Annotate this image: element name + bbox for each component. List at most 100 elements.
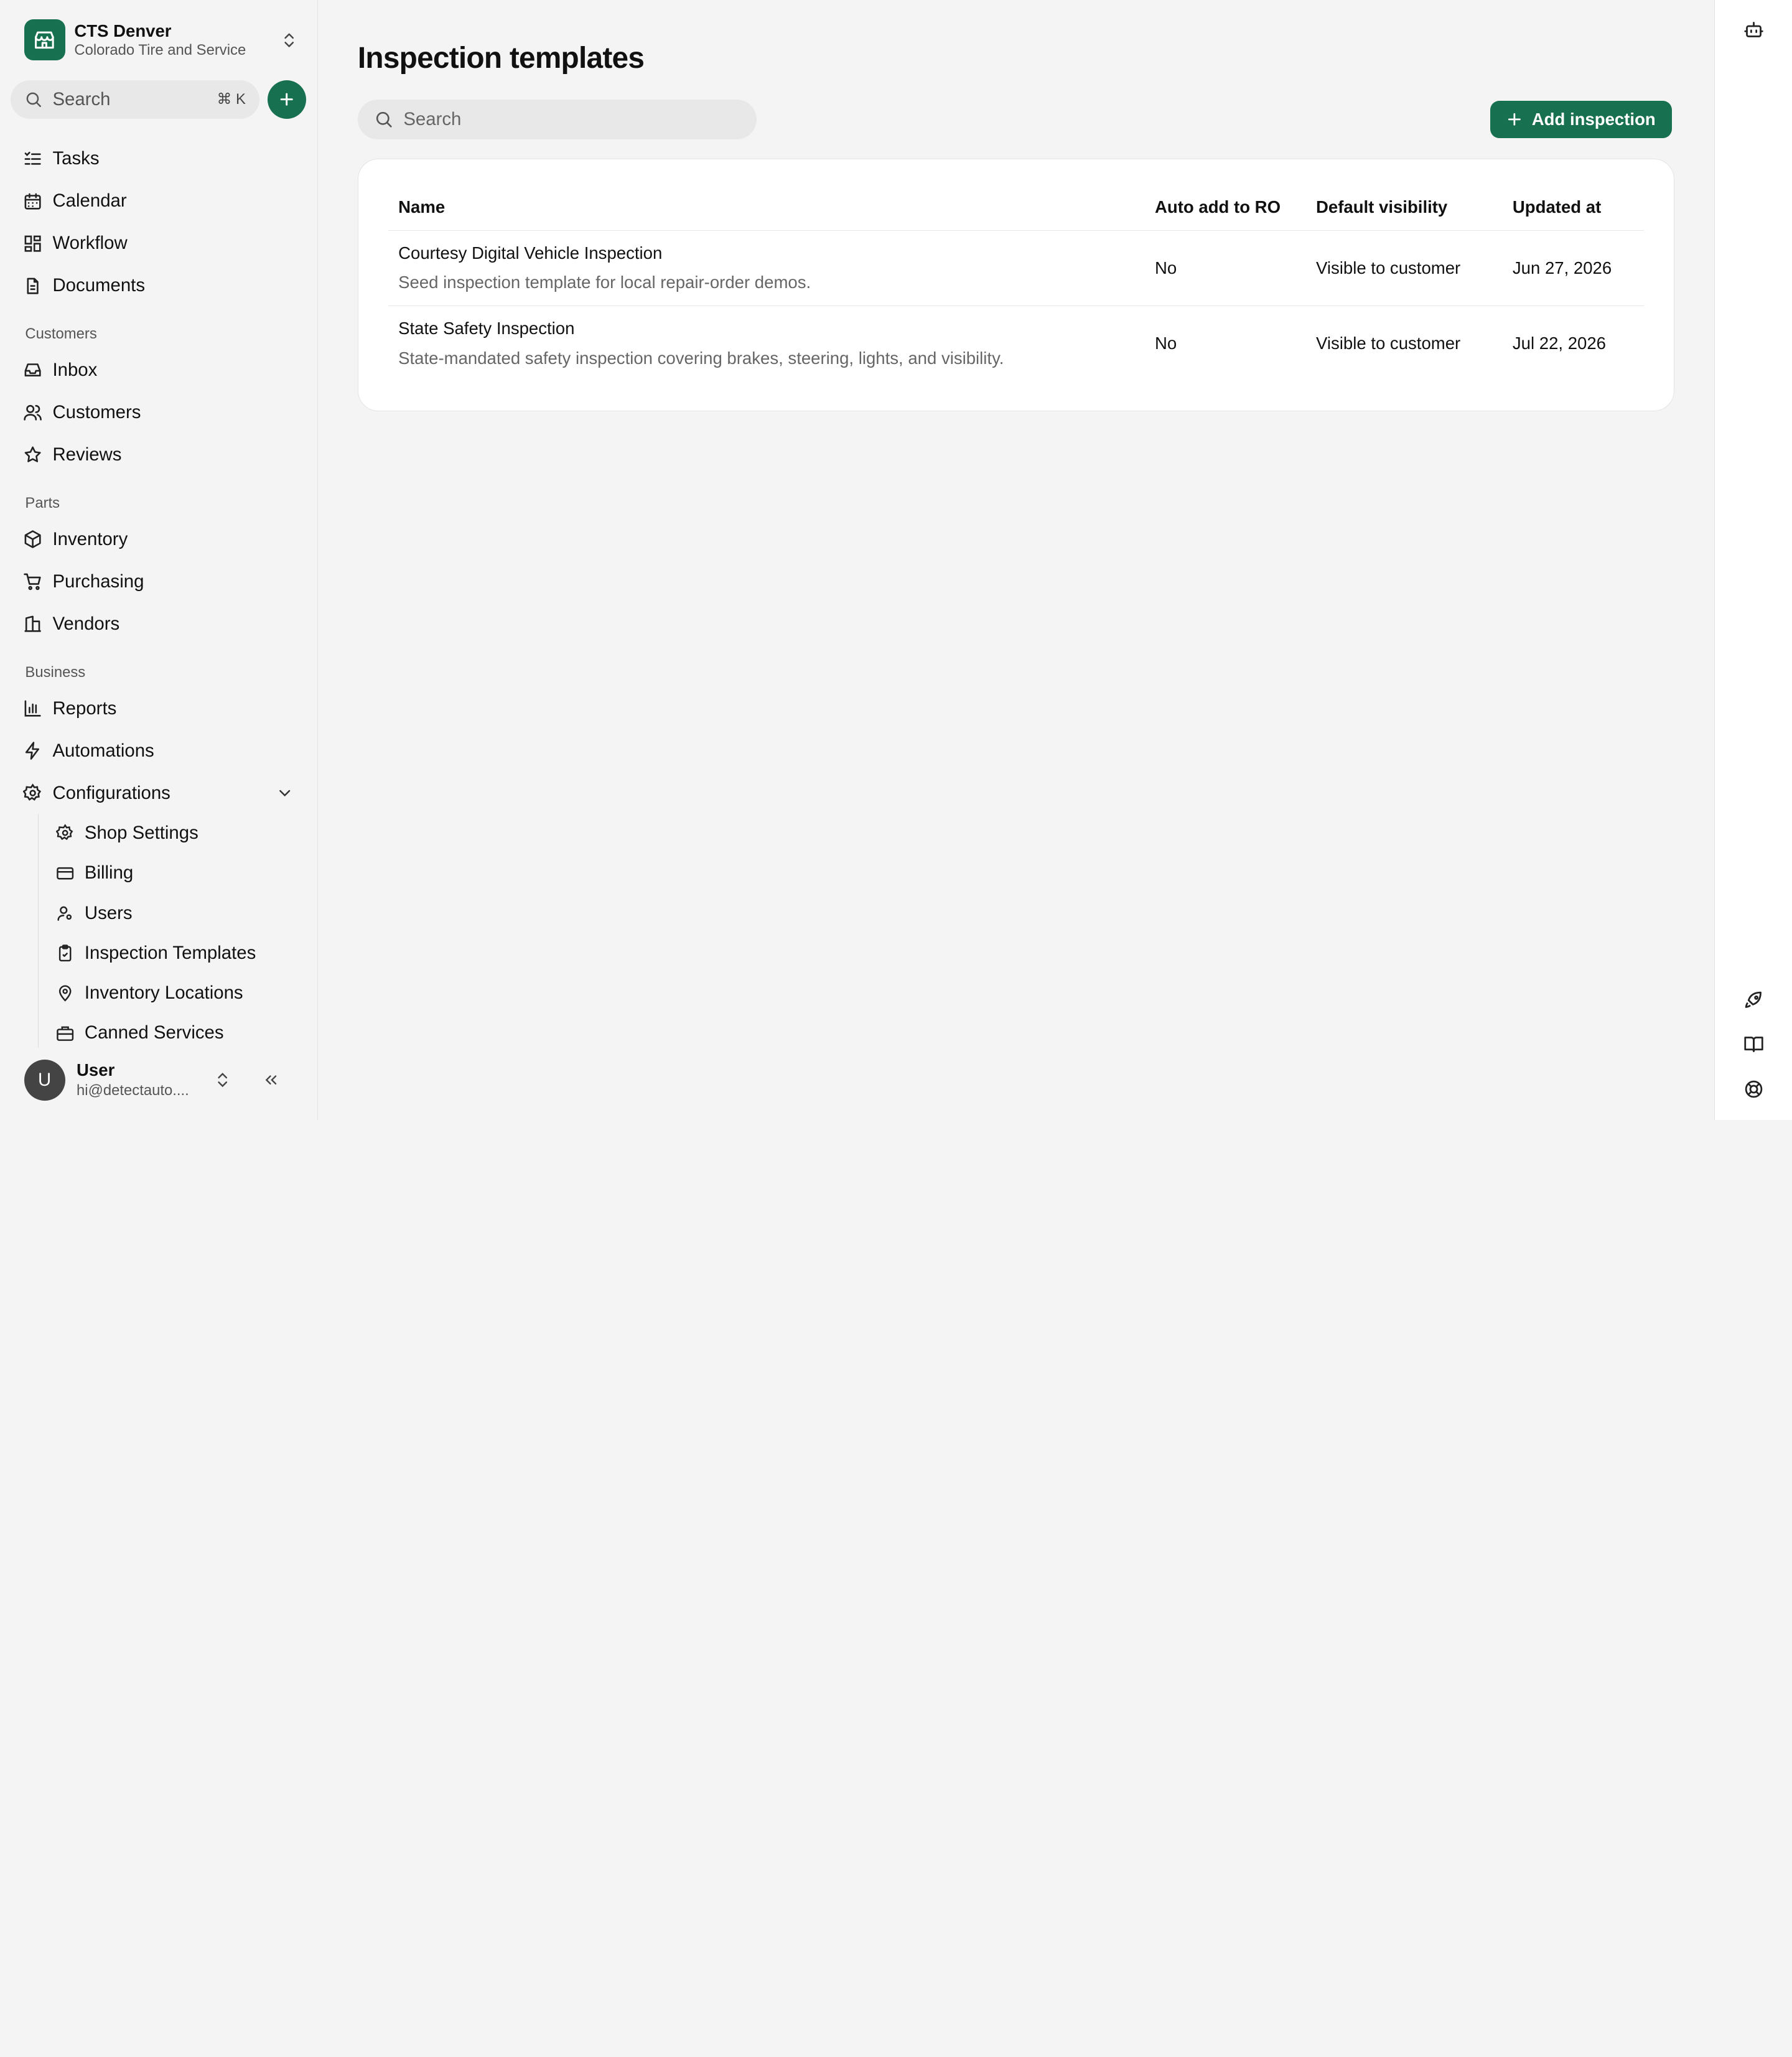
column-header-visibility[interactable]: Default visibility [1305, 184, 1503, 231]
updated-cell: Jul 22, 2026 [1512, 334, 1607, 353]
nav-label: Reviews [52, 444, 122, 465]
nav-label: Customers [52, 402, 141, 423]
search-icon [26, 92, 41, 108]
sub-label: Billing [84, 862, 134, 884]
collapse-sidebar-icon[interactable] [262, 1071, 280, 1089]
nav-item-reports[interactable]: Reports [23, 695, 117, 722]
sub-label: Inventory Locations [84, 982, 243, 1004]
page-title: Inspection templates [357, 42, 645, 75]
section-label-business: Business [25, 664, 86, 681]
templates-table: Name Auto add to RO Default visibility U… [388, 184, 1645, 381]
template-description: Seed inspection template for local repai… [398, 273, 811, 292]
nav-item-inventory[interactable]: Inventory [23, 526, 128, 553]
submenu-divider [37, 813, 39, 1048]
nav-item-calendar[interactable]: Calendar [23, 187, 127, 215]
template-description: State-mandated safety inspection coverin… [398, 348, 1004, 368]
sub-item-shop-settings[interactable]: Shop Settings [55, 821, 198, 846]
credit-card-icon [57, 867, 74, 880]
sidebar-search[interactable]: Search ⌘ K [10, 80, 259, 119]
app-root: CTS Denver Colorado Tire and Service Sea… [0, 0, 1792, 1120]
column-header-auto-add[interactable]: Auto add to RO [1144, 184, 1306, 231]
nav-label: Purchasing [52, 571, 144, 592]
section-label-parts: Parts [25, 495, 60, 512]
create-button[interactable] [267, 80, 307, 119]
nav-item-inbox[interactable]: Inbox [23, 357, 98, 384]
user-email: hi@detectauto.... [77, 1081, 189, 1099]
briefcase-icon [57, 1026, 74, 1041]
help-lifebuoy-icon[interactable] [1743, 1079, 1764, 1099]
sub-item-billing[interactable]: Billing [56, 861, 133, 885]
nav-label: Automations [52, 740, 154, 761]
column-header-updated[interactable]: Updated at [1502, 184, 1645, 231]
gear-icon [55, 824, 73, 841]
nav-label: Configurations [52, 782, 170, 803]
nav-item-customers[interactable]: Customers [23, 399, 141, 426]
org-switcher[interactable]: CTS Denver Colorado Tire and Service [24, 19, 299, 61]
templates-search[interactable] [357, 99, 757, 140]
table-row[interactable]: Courtesy Digital Vehicle Inspection Seed… [388, 230, 1645, 306]
search-shortcut: ⌘ K [217, 91, 246, 108]
map-pin-icon [58, 985, 72, 1002]
sub-item-canned-services[interactable]: Canned Services [56, 1020, 224, 1045]
sub-label: Shop Settings [84, 822, 198, 843]
workflow-icon [24, 235, 41, 252]
nav-item-documents[interactable]: Documents [23, 272, 145, 299]
plus-icon [1508, 113, 1521, 126]
package-icon [24, 530, 41, 549]
chevrons-up-down-icon [284, 33, 294, 47]
chevrons-up-down-icon [218, 1073, 228, 1088]
sub-item-inventory-locations[interactable]: Inventory Locations [56, 981, 243, 1005]
search-icon [376, 112, 392, 128]
users-icon [24, 405, 42, 421]
column-header-name[interactable]: Name [388, 184, 1145, 231]
sub-label: Inspection Templates [84, 942, 256, 963]
template-name: Courtesy Digital Vehicle Inspection [398, 243, 663, 263]
table-row[interactable]: State Safety Inspection State-mandated s… [388, 306, 1645, 381]
templates-card: Name Auto add to RO Default visibility U… [357, 159, 1674, 412]
sidebar-search-placeholder: Search [52, 88, 111, 110]
sub-item-users[interactable]: Users [56, 900, 133, 925]
building-icon [24, 615, 41, 632]
user-settings-icon [57, 906, 72, 921]
add-inspection-button[interactable]: Add inspection [1490, 100, 1673, 139]
nav-label: Reports [52, 697, 117, 719]
avatar: U [24, 1059, 65, 1101]
nav-item-workflow[interactable]: Workflow [23, 230, 128, 257]
auto-add-cell: No [1144, 230, 1306, 306]
nav-item-vendors[interactable]: Vendors [23, 610, 120, 638]
cart-icon [24, 573, 41, 590]
tasks-icon [24, 151, 41, 165]
main-content: Inspection templates Add inspection Name… [317, 0, 1715, 1120]
table-header-row: Name Auto add to RO Default visibility U… [388, 184, 1645, 231]
user-name: User [77, 1060, 115, 1080]
book-icon[interactable] [1743, 1034, 1764, 1055]
nav-label: Tasks [52, 148, 100, 169]
nav-item-purchasing[interactable]: Purchasing [23, 568, 144, 595]
visibility-cell: Visible to customer [1305, 230, 1503, 306]
org-name: CTS Denver [74, 21, 172, 41]
inbox-icon [24, 363, 41, 377]
chevron-down-icon[interactable] [276, 784, 294, 802]
sub-item-inspection-templates[interactable]: Inspection Templates [56, 941, 256, 966]
nav-item-tasks[interactable]: Tasks [23, 145, 100, 172]
search-input[interactable] [403, 108, 735, 130]
sub-label: Canned Services [84, 1022, 224, 1043]
nav-item-reviews[interactable]: Reviews [23, 441, 122, 469]
gear-icon [22, 783, 41, 801]
bar-chart-icon [24, 700, 41, 717]
plus-icon [280, 93, 294, 106]
bot-icon[interactable] [1743, 19, 1764, 40]
nav-label: Inbox [52, 360, 98, 381]
nav-label: Calendar [52, 190, 127, 212]
nav-label: Vendors [52, 613, 120, 634]
calendar-icon [24, 193, 41, 210]
template-name: State Safety Inspection [398, 318, 575, 338]
nav-label: Workflow [52, 233, 128, 254]
nav-item-automations[interactable]: Automations [23, 737, 154, 765]
user-menu[interactable]: U User hi@detectauto.... [24, 1057, 299, 1103]
rocket-icon[interactable] [1743, 990, 1764, 1010]
section-label-customers: Customers [25, 325, 97, 343]
visibility-cell: Visible to customer [1316, 334, 1461, 353]
nav-item-configurations[interactable]: Configurations [22, 780, 170, 807]
lightning-icon [25, 742, 39, 760]
